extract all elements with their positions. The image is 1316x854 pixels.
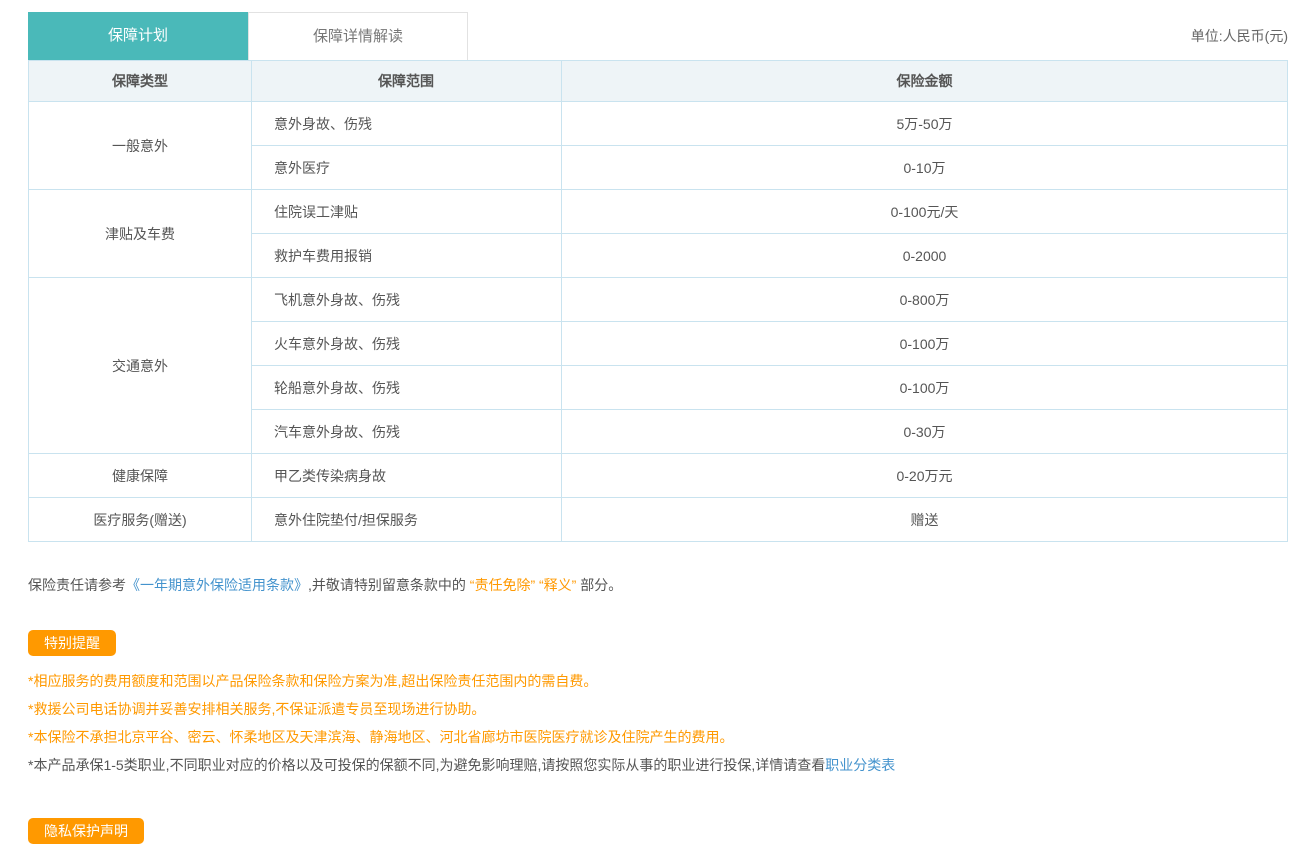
clause-notice-prefix: 保险责任请参考: [28, 577, 126, 593]
coverage-table: 保障类型 保障范围 保险金额 一般意外意外身故、伤残5万-50万意外医疗0-10…: [28, 60, 1288, 542]
clause-notice-suffix: 部分。: [576, 577, 622, 593]
unit-label: 单位:人民币(元): [1191, 26, 1288, 46]
coverage-scope-cell: 汽车意外身故、伤残: [252, 410, 562, 454]
reminder-line: *本保险不承担北京平谷、密云、怀柔地区及天津滨海、静海地区、河北省廊坊市医院医疗…: [28, 728, 1288, 746]
clause-notice-middle: ,并敬请特别留意条款中的: [308, 577, 470, 593]
coverage-scope-cell: 意外医疗: [252, 146, 562, 190]
insurance-amount-cell: 5万-50万: [562, 102, 1288, 146]
insurance-plan-page: 保障计划 保障详情解读 单位:人民币(元) 保障类型 保障范围 保险金额 一般意…: [0, 0, 1316, 854]
occupation-classification-link[interactable]: 职业分类表: [825, 757, 895, 773]
coverage-scope-cell: 飞机意外身故、伤残: [252, 278, 562, 322]
coverage-type-cell: 健康保障: [29, 454, 252, 498]
coverage-scope-cell: 甲乙类传染病身故: [252, 454, 562, 498]
table-header-row: 保障类型 保障范围 保险金额: [29, 61, 1288, 102]
coverage-scope-cell: 轮船意外身故、伤残: [252, 366, 562, 410]
coverage-table-body: 一般意外意外身故、伤残5万-50万意外医疗0-10万津贴及车费住院误工津贴0-1…: [29, 102, 1288, 542]
clause-notice: 保险责任请参考《一年期意外保险适用条款》,并敬请特别留意条款中的 “责任免除” …: [28, 574, 1288, 596]
insurance-amount-cell: 0-2000: [562, 234, 1288, 278]
coverage-scope-cell: 火车意外身故、伤残: [252, 322, 562, 366]
coverage-type-cell: 津贴及车费: [29, 190, 252, 278]
insurance-amount-cell: 0-800万: [562, 278, 1288, 322]
insurance-amount-cell: 0-100元/天: [562, 190, 1288, 234]
insurance-amount-cell: 0-100万: [562, 322, 1288, 366]
coverage-scope-cell: 意外身故、伤残: [252, 102, 562, 146]
header-coverage-scope: 保障范围: [252, 61, 562, 102]
reminder-line: *救援公司电话协调并妥善安排相关服务,不保证派遣专员至现场进行协助。: [28, 700, 1288, 718]
special-reminder-badge: 特别提醒: [28, 630, 116, 656]
insurance-amount-cell: 赠送: [562, 498, 1288, 542]
header-coverage-type: 保障类型: [29, 61, 252, 102]
reminder-line-occupation: *本产品承保1-5类职业,不同职业对应的价格以及可投保的保额不同,为避免影响理赔…: [28, 756, 1288, 774]
definition-highlight: “释义”: [539, 577, 576, 593]
insurance-amount-cell: 0-10万: [562, 146, 1288, 190]
coverage-type-cell: 交通意外: [29, 278, 252, 454]
insurance-amount-cell: 0-20万元: [562, 454, 1288, 498]
privacy-statement-badge: 隐私保护声明: [28, 818, 144, 844]
table-row: 一般意外意外身故、伤残5万-50万: [29, 102, 1288, 146]
exclusion-highlight: “责任免除”: [470, 577, 535, 593]
coverage-scope-cell: 救护车费用报销: [252, 234, 562, 278]
tab-coverage-plan[interactable]: 保障计划: [28, 12, 248, 60]
insurance-amount-cell: 0-100万: [562, 366, 1288, 410]
coverage-scope-cell: 住院误工津贴: [252, 190, 562, 234]
coverage-type-cell: 一般意外: [29, 102, 252, 190]
coverage-type-cell: 医疗服务(赠送): [29, 498, 252, 542]
tabs-row: 保障计划 保障详情解读 单位:人民币(元): [28, 12, 1288, 60]
tab-coverage-details[interactable]: 保障详情解读: [248, 12, 468, 60]
table-row: 交通意外飞机意外身故、伤残0-800万: [29, 278, 1288, 322]
reminder-line: *相应服务的费用额度和范围以产品保险条款和保险方案为准,超出保险责任范围内的需自…: [28, 672, 1288, 690]
table-row: 医疗服务(赠送)意外住院垫付/担保服务赠送: [29, 498, 1288, 542]
header-insurance-amount: 保险金额: [562, 61, 1288, 102]
clause-link[interactable]: 《一年期意外保险适用条款》: [126, 577, 308, 593]
insurance-amount-cell: 0-30万: [562, 410, 1288, 454]
special-reminder-lines: *相应服务的费用额度和范围以产品保险条款和保险方案为准,超出保险责任范围内的需自…: [28, 672, 1288, 774]
table-row: 津贴及车费住院误工津贴0-100元/天: [29, 190, 1288, 234]
coverage-scope-cell: 意外住院垫付/担保服务: [252, 498, 562, 542]
table-row: 健康保障甲乙类传染病身故0-20万元: [29, 454, 1288, 498]
